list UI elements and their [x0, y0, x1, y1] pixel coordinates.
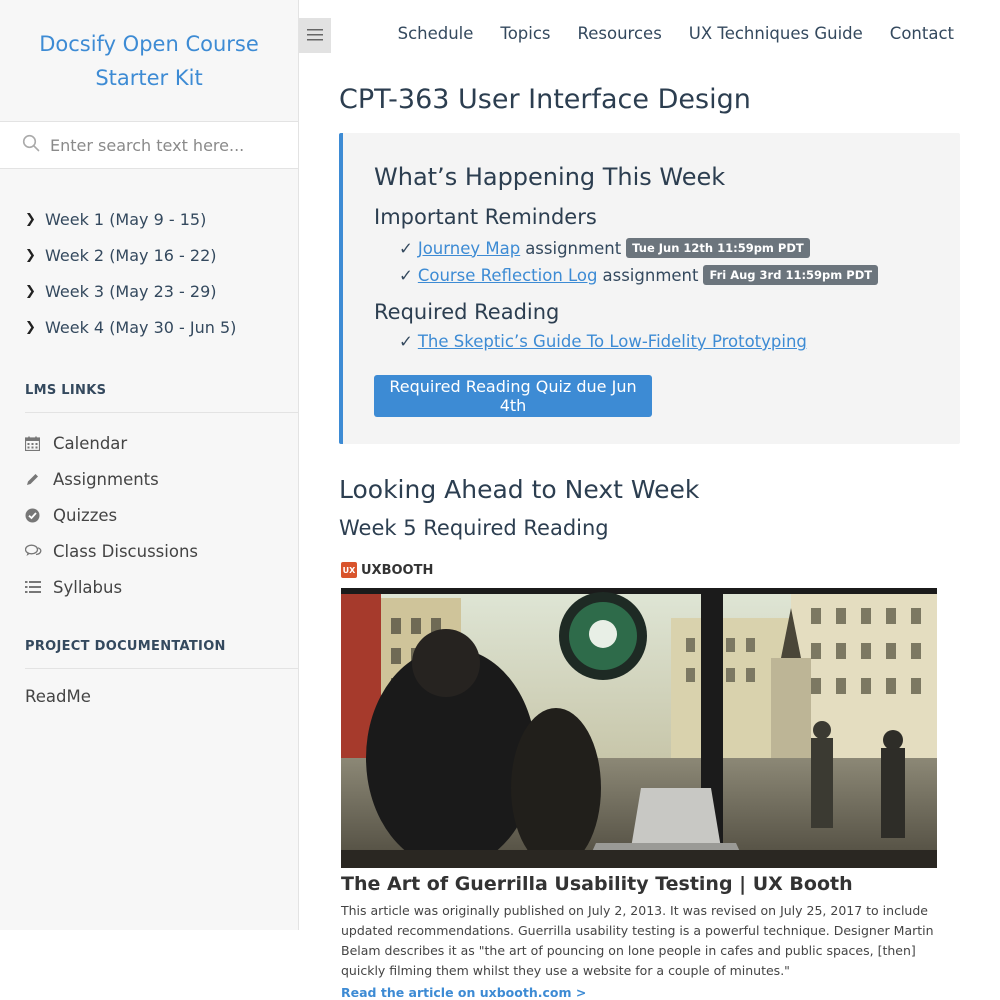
project-documentation-heading: PROJECT DOCUMENTATION: [25, 639, 226, 654]
week-label: Week 4 (May 30 - Jun 5): [45, 317, 237, 337]
chevron-right-icon: ❯: [25, 319, 36, 335]
reminder-item: ✓ Course Reflection Log assignment Fri A…: [399, 265, 879, 285]
uxbooth-logo: UX: [341, 562, 357, 578]
required-reading-heading: Required Reading: [374, 300, 560, 324]
calendar-icon: [25, 436, 53, 451]
lms-item-syllabus[interactable]: Syllabus: [25, 569, 298, 605]
week-list: ❯ Week 1 (May 9 - 15) ❯ Week 2 (May 16 - 2…: [0, 169, 298, 345]
lms-item-class-discussions[interactable]: Class Discussions: [25, 533, 298, 569]
hamburger-icon: [307, 26, 323, 45]
pencil-icon: [25, 472, 53, 487]
lms-links-heading: LMS LINKS: [25, 383, 107, 398]
sidebar-toggle-button[interactable]: [299, 18, 331, 53]
lms-item-label: Class Discussions: [53, 541, 198, 561]
week-item-4[interactable]: ❯ Week 4 (May 30 - Jun 5): [25, 309, 298, 345]
chevron-right-icon: ❯: [25, 247, 36, 263]
article-image[interactable]: [341, 588, 937, 868]
lms-item-label: Quizzes: [53, 505, 118, 525]
chevron-right-icon: ❯: [25, 283, 36, 299]
nav-topics[interactable]: Topics: [500, 24, 550, 43]
nav-contact[interactable]: Contact: [890, 24, 954, 43]
app-name[interactable]: Docsify Open Course Starter Kit: [0, 0, 298, 121]
nav-ux-techniques-guide[interactable]: UX Techniques Guide: [689, 24, 863, 43]
top-nav: Schedule Topics Resources UX Techniques …: [398, 24, 954, 43]
lms-item-label: Calendar: [53, 433, 128, 453]
lms-item-calendar[interactable]: Calendar: [25, 425, 298, 461]
article-description: This article was originally published on…: [341, 903, 934, 978]
lms-item-label: Syllabus: [53, 577, 123, 597]
this-week-heading: What’s Happening This Week: [374, 163, 726, 191]
week-item-2[interactable]: ❯ Week 2 (May 16 - 22): [25, 237, 298, 273]
week-item-1[interactable]: ❯ Week 1 (May 9 - 15): [25, 201, 298, 237]
reminder-suffix: assignment: [525, 238, 622, 258]
reading-item: ✓ The Skeptic’s Guide To Low-Fidelity Pr…: [399, 332, 807, 351]
read-article-link[interactable]: Read the article on uxbooth.com >: [341, 985, 586, 1000]
checkmark-icon: ✓: [399, 265, 413, 285]
week-label: Week 3 (May 23 - 29): [45, 281, 217, 301]
lms-item-assignments[interactable]: Assignments: [25, 461, 298, 497]
chevron-right-icon: ❯: [25, 211, 36, 227]
due-date-badge: Fri Aug 3rd 11:59pm PDT: [703, 265, 879, 285]
app-name-line-1[interactable]: Docsify Open Course: [0, 27, 298, 61]
readme-link[interactable]: ReadMe: [25, 687, 298, 706]
looking-ahead-heading: Looking Ahead to Next Week: [339, 475, 700, 504]
reminders-heading: Important Reminders: [374, 205, 597, 229]
quiz-button[interactable]: Required Reading Quiz due Jun 4th: [374, 375, 652, 417]
article-site-name: UXBOOTH: [361, 562, 434, 578]
search-bar[interactable]: [0, 121, 298, 169]
sidebar: Docsify Open Course Starter Kit ❯ Week 1 …: [0, 0, 299, 930]
reminder-suffix: assignment: [602, 265, 699, 285]
course-reflection-log-link[interactable]: Course Reflection Log: [418, 266, 598, 285]
divider: [25, 668, 298, 669]
journey-map-link[interactable]: Journey Map: [418, 239, 520, 258]
article-title[interactable]: The Art of Guerrilla Usability Testing |…: [341, 873, 853, 895]
search-input[interactable]: [50, 135, 290, 155]
check-circle-icon: [25, 508, 53, 523]
lms-links-list: Calendar Assignments Quizzes Class Discu…: [0, 413, 298, 605]
nav-resources[interactable]: Resources: [578, 24, 662, 43]
comments-icon: [25, 544, 53, 559]
lms-item-quizzes[interactable]: Quizzes: [25, 497, 298, 533]
week-label: Week 1 (May 9 - 15): [45, 209, 207, 229]
app-name-line-2[interactable]: Starter Kit: [0, 61, 298, 95]
checkmark-icon: ✓: [399, 238, 413, 258]
page-title: CPT-363 User Interface Design: [339, 84, 751, 115]
week-item-3[interactable]: ❯ Week 3 (May 23 - 29): [25, 273, 298, 309]
reminder-item: ✓ Journey Map assignment Tue Jun 12th 11…: [399, 238, 810, 258]
checkmark-icon: ✓: [399, 332, 413, 351]
list-icon: [25, 580, 53, 594]
skeptics-guide-link[interactable]: The Skeptic’s Guide To Low-Fidelity Prot…: [418, 332, 807, 351]
article-source[interactable]: UX UXBOOTH: [341, 562, 433, 578]
this-week-callout: What’s Happening This Week Important Rem…: [339, 133, 960, 444]
week5-reading-heading: Week 5 Required Reading: [339, 516, 609, 540]
lms-item-label: Assignments: [53, 469, 159, 489]
nav-schedule[interactable]: Schedule: [398, 24, 474, 43]
search-icon: [22, 134, 40, 156]
due-date-badge: Tue Jun 12th 11:59pm PDT: [626, 238, 810, 258]
week-label: Week 2 (May 16 - 22): [45, 245, 217, 265]
